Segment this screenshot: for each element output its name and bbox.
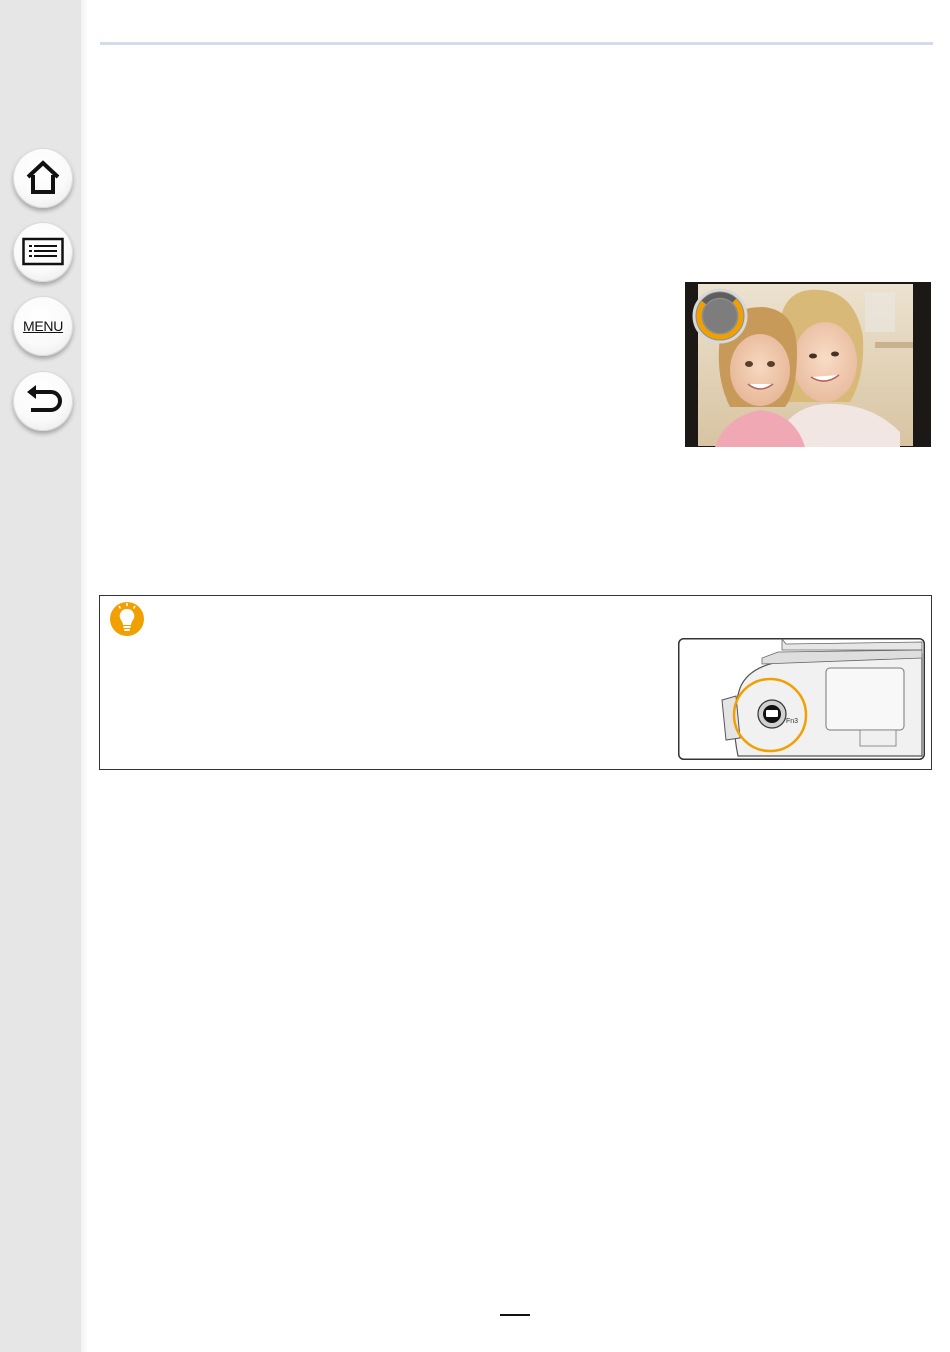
- camera-top-fn-button-illustration: Fn3: [678, 637, 925, 760]
- header-rule: [100, 42, 933, 45]
- portrait-photo-image: [685, 282, 931, 447]
- tip-box: Fn3: [99, 595, 932, 770]
- page-number-underline: [500, 1314, 530, 1316]
- contents-button[interactable]: [13, 222, 73, 282]
- lightbulb-icon: [110, 602, 144, 636]
- back-arrow-icon: [27, 385, 62, 412]
- back-button[interactable]: [13, 371, 73, 431]
- contents-list-icon: [22, 237, 64, 266]
- menu-icon: MENU: [22, 318, 64, 334]
- home-icon: [26, 160, 60, 194]
- sidebar-shadow-edge: [81, 0, 88, 1352]
- portrait-photo: [685, 282, 931, 447]
- home-button[interactable]: [13, 148, 73, 208]
- fn3-label: Fn3: [786, 718, 798, 725]
- sidebar-nav: MENU: [0, 0, 81, 1352]
- menu-button[interactable]: MENU: [13, 296, 73, 356]
